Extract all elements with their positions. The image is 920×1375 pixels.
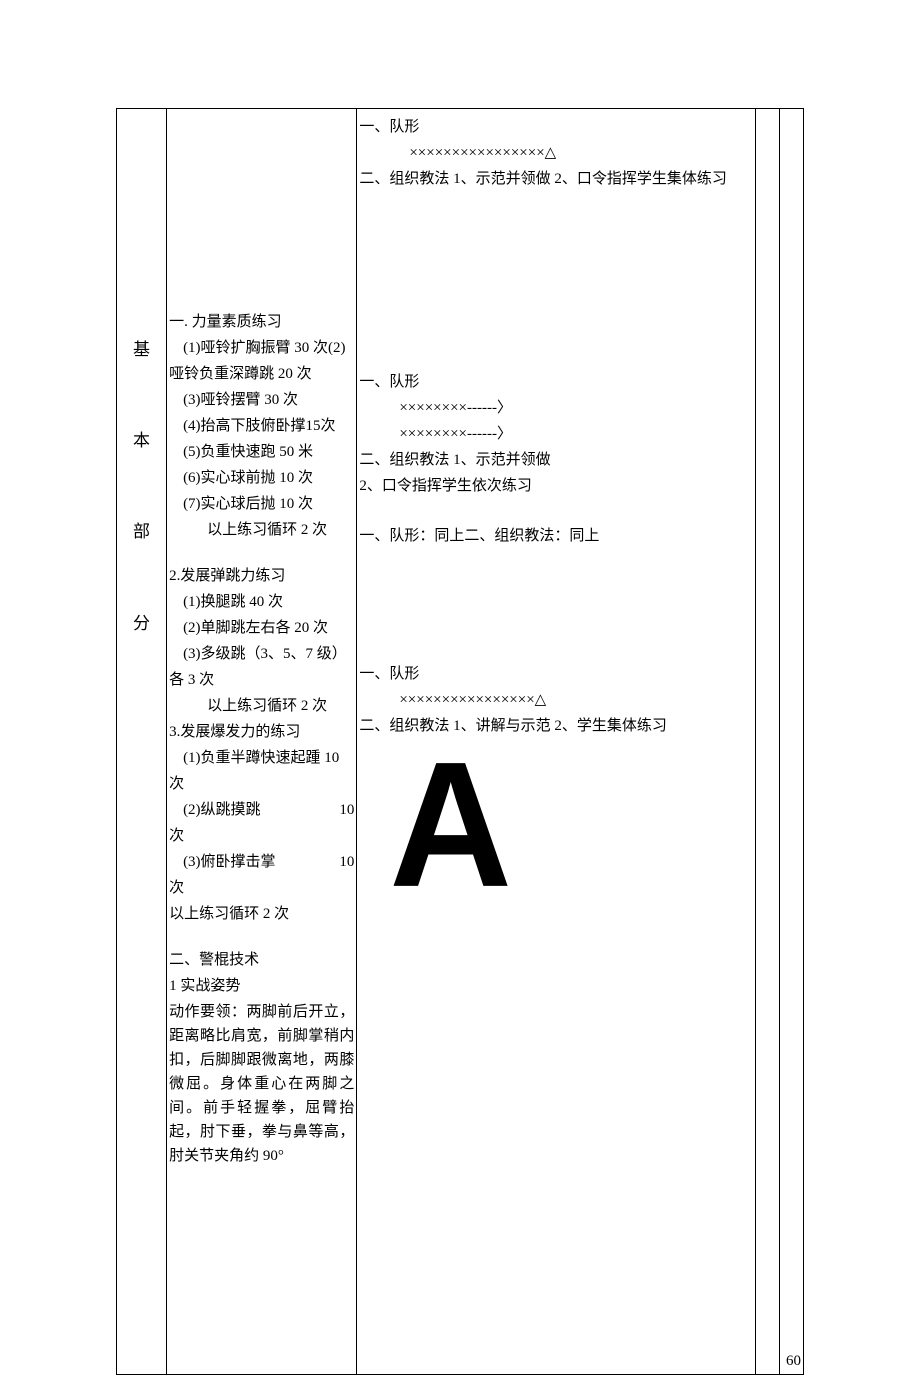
content-item: (3)俯卧撑击掌 10 [169,850,354,874]
content-item: 各 3 次 [169,668,354,692]
formation-diagram: ××××××××××××××××△ [359,688,753,712]
content-item: (1)哑铃扩胸振臂 30 次(2) [169,336,354,360]
content-note: 以上练习循环 2 次 [169,694,354,718]
method-line: 一、队形 [359,115,753,139]
section-label: 基 本 部 分 [117,109,167,1375]
content-item: (5)负重快速跑 50 米 [169,440,354,464]
letter-a-graphic: A [359,736,753,915]
content-item: (2)纵跳摸跳 10 [169,798,354,822]
content-heading-1: 一. 力量素质练习 [169,310,354,334]
method-line: 一、队形 [359,662,753,686]
section-char-3: 部 [117,518,166,545]
page-number: 60 [786,1353,801,1369]
content-item: (2)单脚跳左右各 20 次 [169,616,354,640]
content-heading-2: 2.发展弹跳力练习 [169,564,354,588]
content-note: 以上练习循环 2 次 [169,518,354,542]
content-item: 次 [169,876,354,900]
formation-diagram: ××××××××××××××××△ [359,141,753,165]
method-line: 一、队形：同上二、组织教法：同上 [359,524,753,548]
method-line: 二、组织教法 1、示范并领做 [359,448,753,472]
empty-narrow-col-1 [755,109,779,1375]
formation-diagram: ××××××××------〉 [359,422,753,446]
content-heading-4: 二、警棍技术 [169,948,354,972]
page-number-cell: 60 [779,109,803,1375]
content-subheading: 1 实战姿势 [169,974,354,998]
content-item: (6)实心球前抛 10 次 [169,466,354,490]
content-item: 次 [169,824,354,848]
content-paragraph: 动作要领：两脚前后开立，距离略比肩宽，前脚掌稍内扣，后脚脚跟微离地，两膝微屈。身… [169,1000,354,1168]
method-line: 2、口令指挥学生依次练习 [359,474,753,498]
section-char-2: 本 [117,427,166,454]
formation-diagram: ××××××××------〉 [359,396,753,420]
method-line: 二、组织教法 1、示范并领做 2、口令指挥学生集体练习 [359,167,753,191]
content-item: (4)抬高下肢俯卧撑15次 [169,414,354,438]
content-item: (3)哑铃摆臂 30 次 [169,388,354,412]
content-cell: 一. 力量素质练习 (1)哑铃扩胸振臂 30 次(2) 哑铃负重深蹲跳 20 次… [167,109,357,1375]
section-char-1: 基 [117,336,166,363]
content-item: (1)换腿跳 40 次 [169,590,354,614]
content-heading-3: 3.发展爆发力的练习 [169,720,354,744]
method-cell: 一、队形 ××××××××××××××××△ 二、组织教法 1、示范并领做 2、… [357,109,756,1375]
section-char-4: 分 [117,610,166,637]
method-line: 一、队形 [359,370,753,394]
content-item: (7)实心球后抛 10 次 [169,492,354,516]
content-note: 以上练习循环 2 次 [169,902,354,926]
content-item: (3)多级跳（3、5、7 级） [169,642,354,666]
content-item: 次 [169,772,354,796]
content-item: (1)负重半蹲快速起踵 10 [169,746,354,770]
content-item: 哑铃负重深蹲跳 20 次 [169,362,354,386]
